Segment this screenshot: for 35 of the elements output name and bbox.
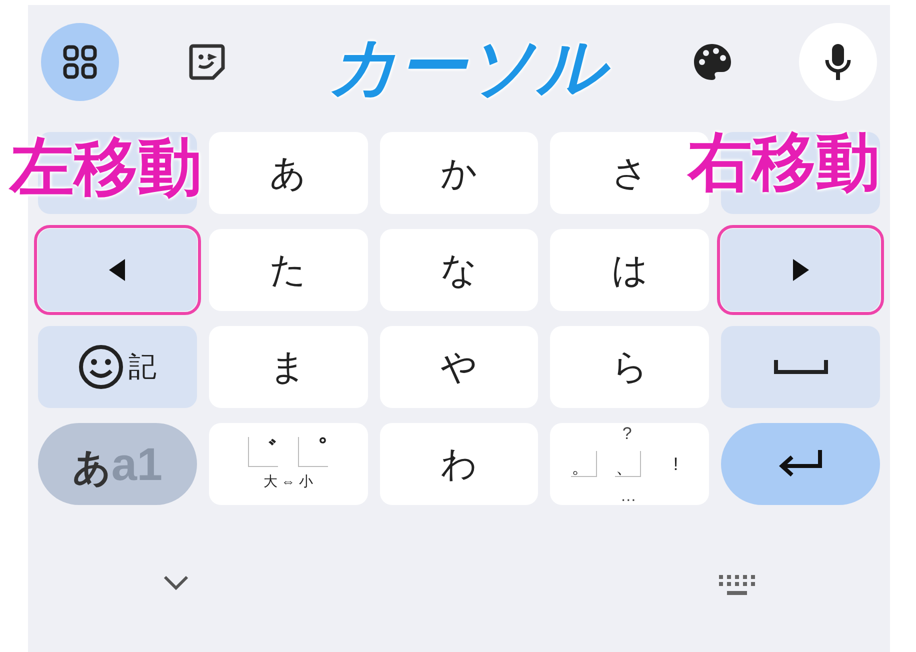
grid-icon xyxy=(62,44,98,80)
keyboard-icon[interactable] xyxy=(719,575,755,597)
mark-glyph: ゜ xyxy=(298,436,328,466)
kana-key[interactable]: か xyxy=(380,132,538,214)
exclamation-mark: ! xyxy=(673,452,678,476)
chevron-down-icon[interactable] xyxy=(163,575,189,591)
sticker-icon xyxy=(186,42,226,82)
kana-key[interactable]: は xyxy=(550,229,710,311)
return-arrow-icon xyxy=(778,450,824,478)
kana-key[interactable]: わ xyxy=(380,423,538,505)
kana-key[interactable]: あ xyxy=(208,132,368,214)
kana-key[interactable]: や xyxy=(380,326,538,408)
microphone-icon xyxy=(824,42,852,82)
symbols-key[interactable]: 記 xyxy=(38,326,197,408)
mark-glyph: 、 xyxy=(615,451,642,477)
dakuten-key[interactable]: ゛ ゜ 大 ⇔ 小 xyxy=(208,423,368,505)
punctuation-key[interactable]: ? 。 、 ! … xyxy=(550,423,710,505)
key-label: 記 xyxy=(128,350,156,384)
ellipsis: … xyxy=(620,487,636,507)
left-triangle-icon xyxy=(109,259,126,281)
right-triangle-icon xyxy=(792,259,809,281)
space-icon xyxy=(774,360,828,374)
space-key[interactable] xyxy=(721,326,880,408)
size-toggle-label: 大 ⇔ 小 xyxy=(263,472,314,490)
smiley-icon xyxy=(78,344,124,390)
mark-glyph: 。 xyxy=(571,451,598,477)
mark-glyph: ゛ xyxy=(248,436,278,466)
annotation-label: 左移動 xyxy=(10,130,203,205)
kana-key[interactable]: ま xyxy=(208,326,368,408)
palette-icon xyxy=(692,42,732,82)
annotation-label: カーソル xyxy=(328,27,616,109)
kana-key[interactable]: ら xyxy=(550,326,710,408)
question-mark: ? xyxy=(622,423,632,445)
kana-key[interactable]: な xyxy=(380,229,538,311)
kana-key[interactable]: た xyxy=(208,229,368,311)
